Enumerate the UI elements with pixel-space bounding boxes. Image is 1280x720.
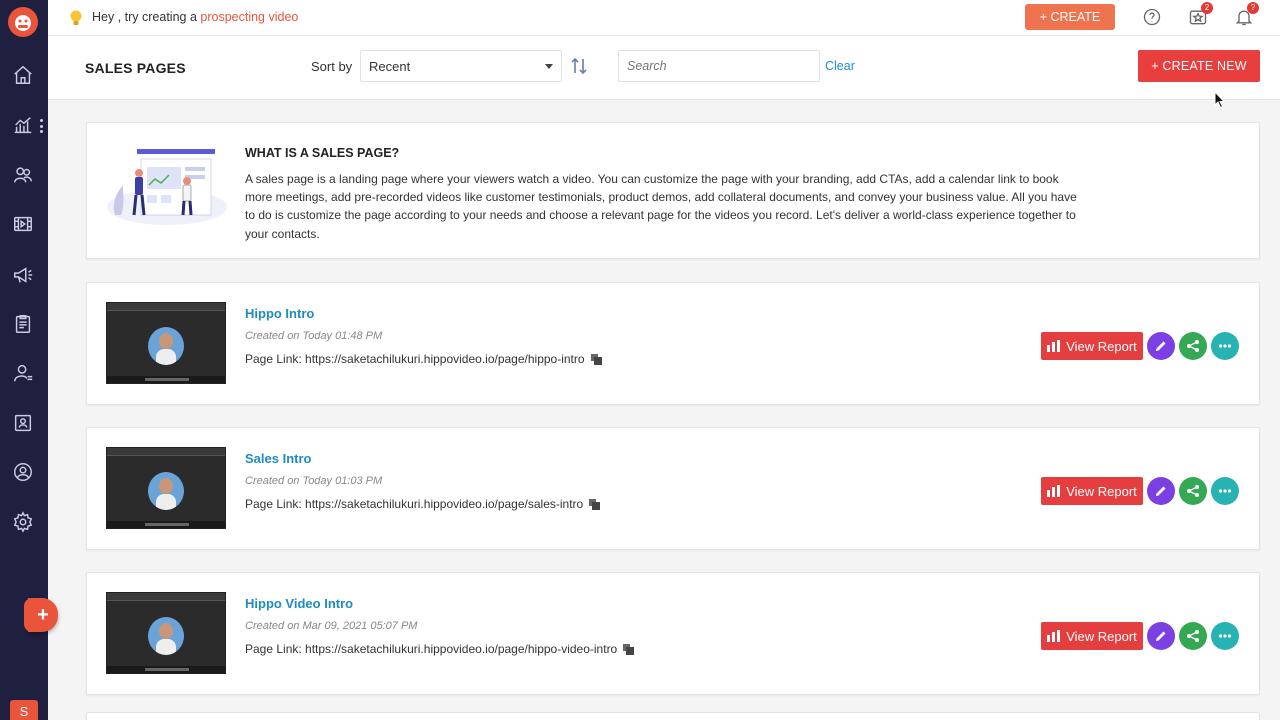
- contacts-icon[interactable]: [10, 162, 36, 188]
- create-new-button[interactable]: + CREATE NEW: [1138, 50, 1260, 82]
- pencil-icon: [1156, 486, 1166, 496]
- share-icon: [1187, 485, 1199, 497]
- edit-button[interactable]: [1147, 477, 1175, 505]
- page-link-text: Page Link: https://saketachilukuri.hippo…: [245, 352, 585, 366]
- share-icon: [1187, 340, 1199, 352]
- more-options-button[interactable]: [1211, 332, 1239, 360]
- more-icon: [1218, 344, 1232, 348]
- video-icon[interactable]: [10, 211, 36, 237]
- edit-button[interactable]: [1147, 332, 1175, 360]
- bar-chart-icon: [1047, 340, 1061, 352]
- quick-add-button[interactable]: +: [24, 598, 58, 632]
- more-icon: [1218, 634, 1232, 638]
- sales-page-row-partial: [86, 712, 1260, 720]
- view-report-label: View Report: [1066, 338, 1137, 354]
- sales-page-row: Hippo Video Intro Created on Mar 09, 202…: [86, 572, 1260, 695]
- sales-page-row: Hippo Intro Created on Today 01:48 PM Pa…: [86, 282, 1260, 405]
- view-report-label: View Report: [1066, 483, 1137, 499]
- sales-page-row: Sales Intro Created on Today 01:03 PM Pa…: [86, 427, 1260, 550]
- more-icon: [1218, 489, 1232, 493]
- page-link-text: Page Link: https://saketachilukuri.hippo…: [245, 497, 584, 511]
- sort-value: Recent: [369, 59, 411, 74]
- bell-badge: ?: [1247, 2, 1259, 14]
- contact-card-icon[interactable]: [10, 410, 36, 436]
- sort-select[interactable]: Recent: [360, 50, 562, 82]
- copy-icon[interactable]: [590, 354, 602, 365]
- created-date: Created on Today 01:48 PM: [245, 330, 383, 342]
- more-options-button[interactable]: [1211, 477, 1239, 505]
- caret-down-icon: [545, 64, 553, 69]
- settings-icon[interactable]: [10, 509, 36, 535]
- page-link: Page Link: https://saketachilukuri.hippo…: [245, 642, 635, 656]
- campaign-icon[interactable]: [10, 262, 36, 288]
- sales-page-illustration: [107, 149, 227, 225]
- copy-icon[interactable]: [623, 644, 635, 655]
- bar-chart-icon: [1047, 485, 1061, 497]
- page-title-link[interactable]: Hippo Intro: [245, 306, 314, 321]
- view-report-label: View Report: [1066, 628, 1137, 644]
- pencil-icon: [1156, 341, 1166, 351]
- view-report-button[interactable]: View Report: [1041, 332, 1143, 360]
- bar-chart-icon: [1047, 630, 1061, 642]
- sort-label: Sort by: [311, 59, 353, 74]
- video-thumbnail[interactable]: [106, 592, 226, 674]
- more-dots-icon[interactable]: [40, 119, 44, 133]
- tip-link[interactable]: prospecting video: [200, 10, 298, 24]
- created-date: Created on Mar 09, 2021 05:07 PM: [245, 620, 418, 632]
- share-button[interactable]: [1179, 332, 1207, 360]
- page-title-link[interactable]: Sales Intro: [245, 451, 311, 466]
- star-icon[interactable]: 2: [1187, 2, 1213, 28]
- pages-icon[interactable]: [10, 311, 36, 337]
- pencil-icon: [1156, 631, 1166, 641]
- copy-icon[interactable]: [589, 499, 601, 510]
- info-card: WHAT IS A SALES PAGE? A sales page is a …: [86, 122, 1260, 259]
- created-date: Created on Today 01:03 PM: [245, 475, 383, 487]
- page-title: SALES PAGES: [85, 60, 186, 76]
- top-create-button[interactable]: + CREATE: [1025, 4, 1115, 30]
- profile-icon[interactable]: [10, 459, 36, 485]
- search-input[interactable]: [618, 50, 820, 82]
- share-button[interactable]: [1179, 477, 1207, 505]
- tip-message: Hey , try creating a prospecting video: [92, 10, 298, 24]
- page-link-text: Page Link: https://saketachilukuri.hippo…: [245, 642, 618, 656]
- bell-icon[interactable]: ?: [1233, 2, 1259, 28]
- more-options-button[interactable]: [1211, 622, 1239, 650]
- view-report-button[interactable]: View Report: [1041, 622, 1143, 650]
- page-link: Page Link: https://saketachilukuri.hippo…: [245, 352, 602, 366]
- user-icon[interactable]: [10, 360, 36, 386]
- share-button[interactable]: [1179, 622, 1207, 650]
- edit-button[interactable]: [1147, 622, 1175, 650]
- tip-prefix: Hey , try creating a: [92, 10, 201, 24]
- plus-icon: +: [37, 603, 49, 626]
- hippo-logo[interactable]: [8, 7, 38, 37]
- video-thumbnail[interactable]: [106, 447, 226, 529]
- user-avatar[interactable]: S: [10, 700, 38, 720]
- info-description: A sales page is a landing page where you…: [245, 172, 1077, 241]
- analytics-icon[interactable]: [10, 112, 36, 138]
- help-icon[interactable]: [1141, 6, 1163, 28]
- star-badge: 2: [1201, 2, 1213, 14]
- top-bar: Hey , try creating a prospecting video +…: [48, 0, 1280, 36]
- clear-link[interactable]: Clear: [825, 59, 855, 73]
- info-title: WHAT IS A SALES PAGE?: [245, 146, 400, 160]
- page-header: SALES PAGES Sort by Recent Clear + CREAT…: [48, 36, 1280, 100]
- share-icon: [1187, 630, 1199, 642]
- view-report-button[interactable]: View Report: [1041, 477, 1143, 505]
- mouse-cursor-icon: [1214, 91, 1226, 109]
- sort-order-icon[interactable]: [570, 56, 588, 76]
- lightbulb-icon: [70, 10, 82, 25]
- home-icon[interactable]: [10, 62, 36, 88]
- page-link: Page Link: https://saketachilukuri.hippo…: [245, 497, 601, 511]
- page-title-link[interactable]: Hippo Video Intro: [245, 596, 353, 611]
- video-thumbnail[interactable]: [106, 302, 226, 384]
